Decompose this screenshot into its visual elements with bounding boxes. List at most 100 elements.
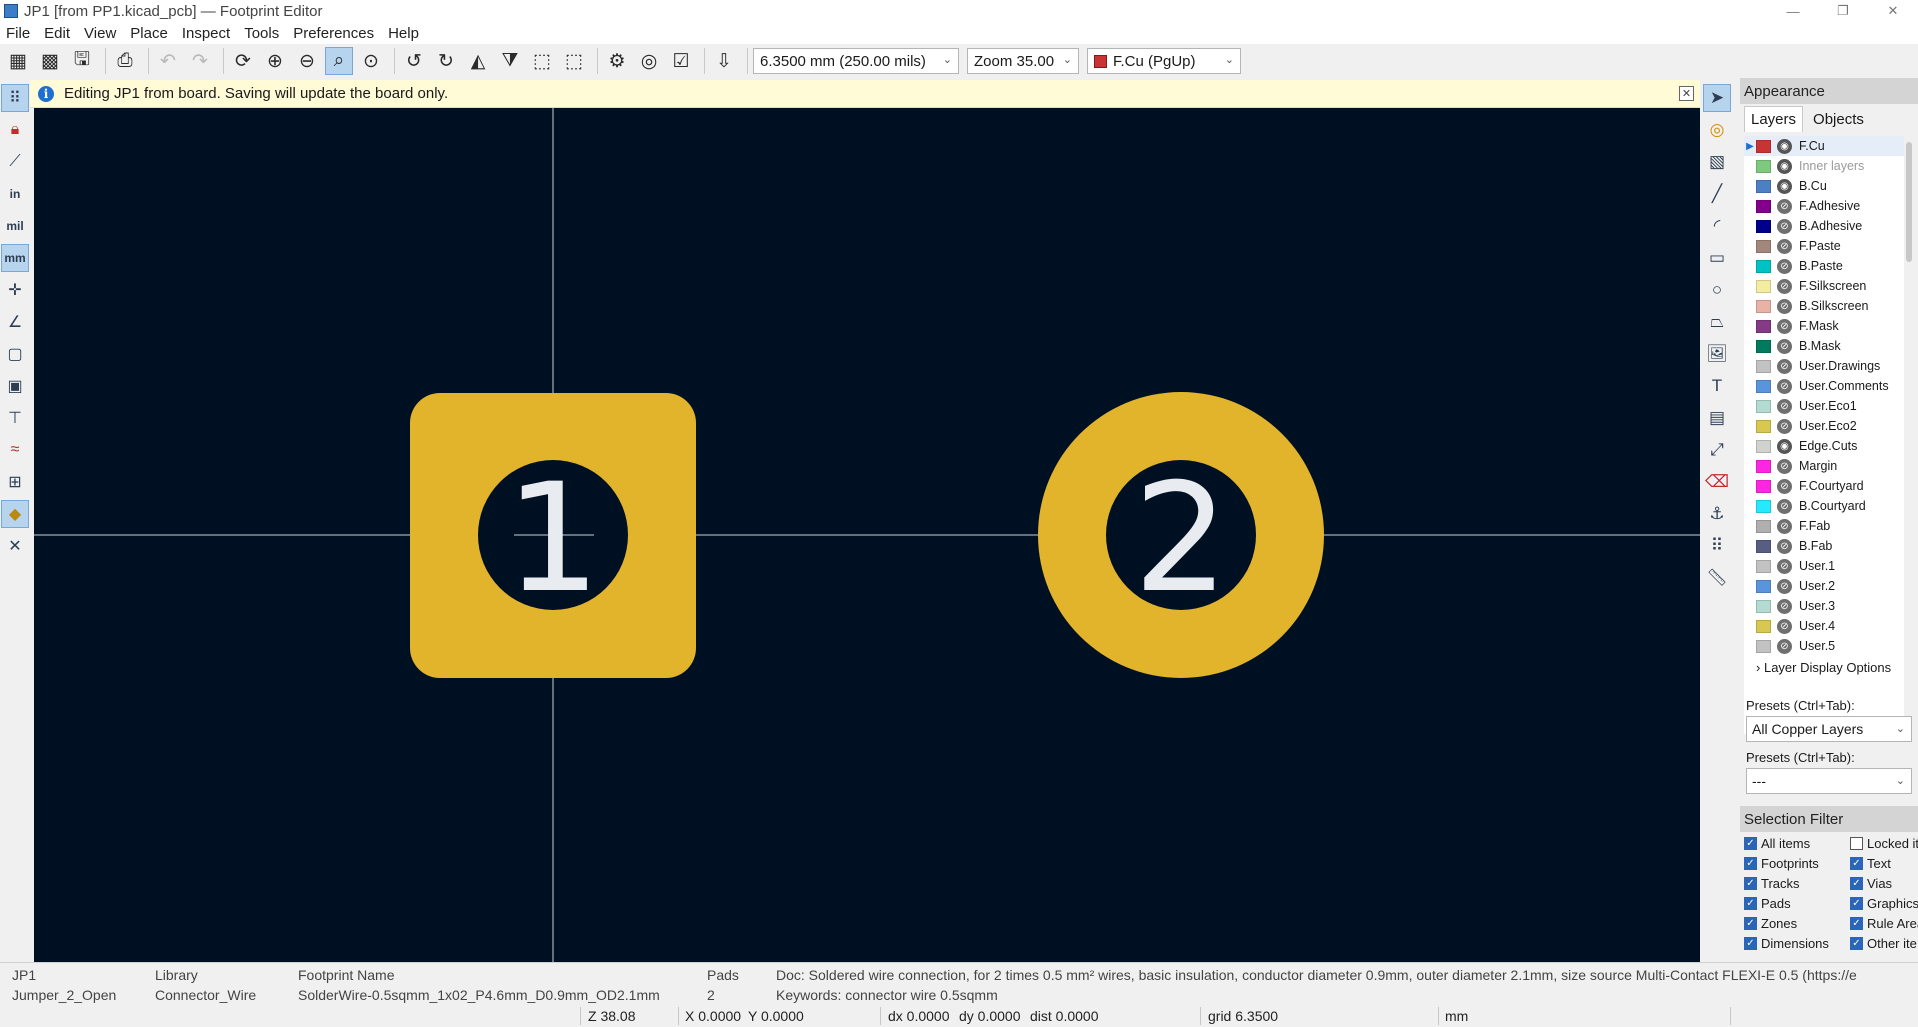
eye-hidden-icon[interactable]: ⊘ (1777, 378, 1792, 394)
layer-row[interactable]: ⊘ User.5 (1744, 636, 1904, 656)
eye-icon[interactable]: ◉ (1777, 178, 1792, 194)
print-icon[interactable]: ⎙ (111, 47, 139, 75)
eye-hidden-icon[interactable]: ⊘ (1777, 278, 1792, 294)
add-text-icon[interactable]: T (1703, 372, 1731, 400)
layer-row[interactable]: ⊘ User.Comments (1744, 376, 1904, 396)
layer-display-options-toggle[interactable]: › Layer Display Options (1756, 660, 1891, 675)
layer-color-swatch[interactable] (1756, 159, 1771, 173)
layer-row[interactable]: ⊘ F.Fab (1744, 516, 1904, 536)
layer-row[interactable]: ⊘ B.Paste (1744, 256, 1904, 276)
layer-row[interactable]: ◉ Edge.Cuts (1744, 436, 1904, 456)
redo-icon[interactable]: ↷ (186, 47, 214, 75)
presets-select[interactable]: All Copper Layers ⌄ (1746, 716, 1912, 742)
layer-color-swatch[interactable] (1756, 639, 1771, 653)
close-window-button[interactable]: ✕ (1868, 0, 1918, 22)
anchor-icon[interactable]: ⚓︎ (1703, 500, 1731, 528)
tab-objects[interactable]: Objects (1807, 107, 1870, 132)
checkbox[interactable]: ✓ (1744, 837, 1757, 850)
refresh-icon[interactable]: ⟳ (229, 47, 257, 75)
save-icon[interactable]: 🖫 (68, 47, 96, 75)
mirror-horizontal-icon[interactable]: ◭ (464, 47, 492, 75)
polar-coords-icon[interactable]: ⟋ (1, 148, 29, 176)
layer-row[interactable]: ⊘ User.3 (1744, 596, 1904, 616)
selection-filter-item[interactable]: ✓ All items (1744, 836, 1810, 851)
layer-color-swatch[interactable] (1756, 379, 1771, 393)
layer-color-swatch[interactable] (1756, 259, 1771, 273)
layer-color-swatch[interactable] (1756, 499, 1771, 513)
footprint-checker-icon[interactable]: ☑ (667, 47, 695, 75)
add-textbox-icon[interactable]: ▤ (1703, 404, 1731, 432)
zoom-in-icon[interactable]: ⊕ (261, 47, 289, 75)
layer-row[interactable]: ⊘ F.Silkscreen (1744, 276, 1904, 296)
layer-color-swatch[interactable] (1756, 519, 1771, 533)
update-board-icon[interactable]: ⇩ (710, 47, 738, 75)
viewports-select[interactable]: --- ⌄ (1746, 768, 1912, 794)
menu-edit[interactable]: Edit (44, 25, 70, 42)
graphic-outline-icon[interactable]: ⊤ (1, 404, 29, 432)
zoom-out-icon[interactable]: ⊖ (293, 47, 321, 75)
selection-filter-item[interactable]: ✓ Rule Area (1850, 916, 1918, 931)
eye-hidden-icon[interactable]: ⊘ (1777, 638, 1792, 654)
layer-row[interactable]: ⊘ User.Eco2 (1744, 416, 1904, 436)
undo-icon[interactable]: ↶ (154, 47, 182, 75)
menu-preferences[interactable]: Preferences (293, 25, 374, 42)
properties-tools-icon[interactable]: ✕ (1, 532, 29, 560)
layer-row[interactable]: ⊘ F.Adhesive (1744, 196, 1904, 216)
layer-row[interactable]: ⊘ Margin (1744, 456, 1904, 476)
grid-origin-icon[interactable]: ⠿ (1703, 532, 1731, 560)
tab-layers[interactable]: Layers (1744, 106, 1804, 132)
layer-color-swatch[interactable] (1756, 579, 1771, 593)
layer-color-swatch[interactable] (1756, 399, 1771, 413)
draw-polygon-icon[interactable]: ⏢ (1703, 308, 1731, 336)
zoom-selection-icon[interactable]: ⊙ (357, 47, 385, 75)
eye-hidden-icon[interactable]: ⊘ (1777, 498, 1792, 514)
eye-hidden-icon[interactable]: ⊘ (1777, 578, 1792, 594)
eye-icon[interactable]: ◉ (1777, 138, 1792, 154)
layer-color-swatch[interactable] (1756, 239, 1771, 253)
layer-row[interactable]: ⊘ B.Fab (1744, 536, 1904, 556)
eye-icon[interactable]: ◉ (1777, 158, 1792, 174)
layer-row[interactable]: ⊘ User.1 (1744, 556, 1904, 576)
ungroup-icon[interactable]: ⬚ (560, 47, 588, 75)
layer-color-swatch[interactable] (1756, 439, 1771, 453)
menu-view[interactable]: View (84, 25, 116, 42)
footprint-tree-icon[interactable]: ⊞ (1, 468, 29, 496)
unit-mils-button[interactable]: mil (1, 212, 29, 240)
maximize-button[interactable]: ❐ (1818, 0, 1868, 22)
eye-hidden-icon[interactable]: ⊘ (1777, 338, 1792, 354)
layer-list-scrollbar[interactable] (1906, 142, 1912, 262)
selection-filter-item[interactable]: ✓ Tracks (1744, 876, 1800, 891)
selection-filter-item[interactable]: ✓ Dimensions (1744, 936, 1829, 951)
draw-line-icon[interactable]: ╱ (1703, 180, 1731, 208)
checkbox[interactable]: ✓ (1744, 897, 1757, 910)
cursor-shape-icon[interactable]: ✛ (1, 276, 29, 304)
eye-hidden-icon[interactable]: ⊘ (1777, 238, 1792, 254)
add-zone-icon[interactable]: ▧ (1703, 148, 1731, 176)
eye-hidden-icon[interactable]: ⊘ (1777, 558, 1792, 574)
grid-select[interactable]: 6.3500 mm (250.00 mils) ⌄ (753, 48, 959, 74)
checkbox[interactable]: ✓ (1850, 937, 1863, 950)
layer-color-swatch[interactable] (1756, 179, 1771, 193)
text-outline-icon[interactable]: ▣ (1, 372, 29, 400)
layer-color-swatch[interactable] (1756, 459, 1771, 473)
eye-hidden-icon[interactable]: ⊘ (1777, 478, 1792, 494)
eye-hidden-icon[interactable]: ⊘ (1777, 538, 1792, 554)
checkbox[interactable]: ✓ (1850, 857, 1863, 870)
eye-hidden-icon[interactable]: ⊘ (1777, 598, 1792, 614)
checkbox[interactable]: ✓ (1850, 917, 1863, 930)
eye-hidden-icon[interactable]: ⊘ (1777, 358, 1792, 374)
draw-rectangle-icon[interactable]: ▭ (1703, 244, 1731, 272)
eye-hidden-icon[interactable]: ⊘ (1777, 258, 1792, 274)
menu-place[interactable]: Place (130, 25, 168, 42)
layer-color-swatch[interactable] (1756, 559, 1771, 573)
eye-hidden-icon[interactable]: ⊘ (1777, 518, 1792, 534)
layer-row[interactable]: ⊘ User.4 (1744, 616, 1904, 636)
eye-hidden-icon[interactable]: ⊘ (1777, 618, 1792, 634)
checkbox[interactable]: ✓ (1850, 897, 1863, 910)
grid-toggle-icon[interactable]: ⠿ (1, 84, 29, 112)
layer-color-swatch[interactable] (1756, 279, 1771, 293)
minimize-button[interactable]: — (1768, 0, 1818, 22)
selection-filter-item[interactable]: ✓ Text (1850, 856, 1891, 871)
checkbox[interactable]: ✓ (1744, 937, 1757, 950)
selection-filter-item[interactable]: ✓ Graphics (1850, 896, 1918, 911)
